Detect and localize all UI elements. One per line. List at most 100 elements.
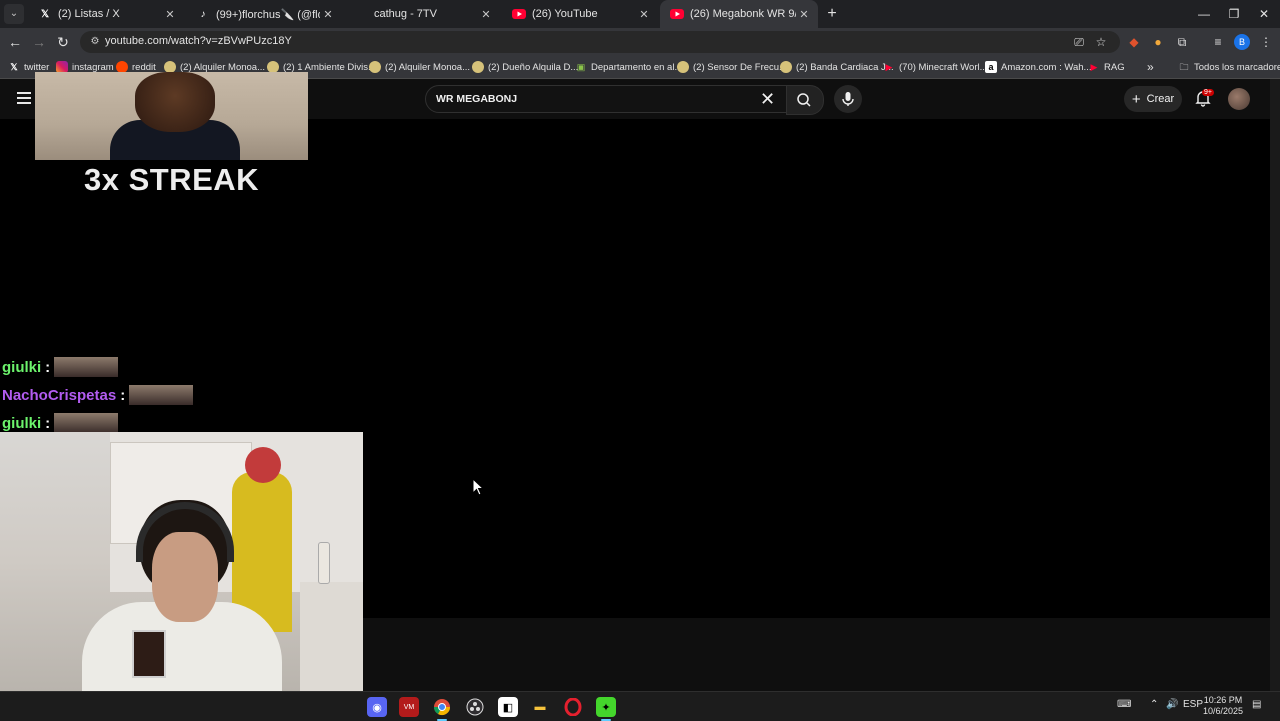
discord-icon[interactable]: ◉ — [367, 697, 387, 717]
extension-fox-icon[interactable]: ◆ — [1126, 34, 1142, 50]
create-button[interactable]: + Crear — [1124, 86, 1182, 112]
url-text[interactable]: youtube.com/watch?v=zBVwPUzc18Y — [105, 35, 292, 47]
address-bar[interactable]: ⚙ youtube.com/watch?v=zBVwPUzc18Y ⎚ ☆ — [80, 31, 1120, 53]
search-input[interactable]: WR MEGABONJ ✕ — [425, 85, 789, 113]
tab-7tv[interactable]: cathug - 7TV ✕ — [344, 0, 500, 28]
7tv-icon — [354, 7, 368, 21]
chat-emote — [129, 385, 194, 405]
clear-search-icon[interactable]: ✕ — [760, 89, 775, 110]
file-explorer-icon[interactable]: ▬ — [530, 697, 550, 717]
razer-icon[interactable]: ✦ — [596, 697, 616, 721]
reload-button[interactable]: ↻ — [53, 32, 73, 52]
browser-toolbar: ← → ↻ ⚙ youtube.com/watch?v=zBVwPUzc18Y … — [0, 28, 1280, 56]
keyboard-layout-icon[interactable]: ⌨ — [1117, 699, 1131, 710]
system-clock[interactable]: 10:26 PM 10/6/2025 — [1198, 695, 1248, 717]
voice-search-button[interactable] — [834, 85, 862, 113]
more-menu-icon[interactable]: ⋮ — [1258, 34, 1274, 50]
chrome-icon[interactable] — [432, 697, 452, 721]
forward-button[interactable]: → — [29, 32, 49, 52]
close-icon[interactable]: ✕ — [320, 8, 336, 21]
search-icon — [797, 93, 811, 107]
profile-avatar[interactable]: B — [1234, 34, 1250, 50]
chat-message: giulki : — [2, 355, 119, 379]
notification-center-icon[interactable]: ▤ — [1252, 699, 1261, 710]
chat-message: NachoCrispetas : — [2, 383, 194, 407]
volume-icon[interactable]: 🔊 — [1166, 699, 1178, 710]
chat-username: NachoCrispetas — [2, 386, 117, 404]
menu-hamburger-icon[interactable] — [17, 92, 31, 104]
close-icon[interactable]: ✕ — [478, 8, 494, 21]
bookmark-label: (2) Alquiler Monoa... — [385, 61, 471, 73]
bookmark-alquiler-2[interactable]: (2) Alquiler Monoa... — [369, 56, 470, 78]
bookmark-amazon[interactable]: a Amazon.com : Wah... — [985, 56, 1091, 78]
bookmark-star-icon[interactable]: ☆ — [1093, 34, 1109, 50]
close-window-button[interactable]: ✕ — [1248, 0, 1280, 28]
bookmark-label: (2) 1 Ambiente Divis... — [283, 61, 376, 73]
bookmark-departamento[interactable]: ▣ Departamento en al... — [575, 56, 683, 78]
bookmark-label: Amazon.com : Wah... — [1001, 61, 1092, 73]
tab-x-listas[interactable]: 𝕏 (2) Listas / X ✕ — [28, 0, 184, 28]
bookmark-label: (2) Alquiler Monoa... — [180, 61, 266, 73]
youtube-icon: ▶ — [1090, 62, 1098, 72]
extension-color-icon[interactable]: ● — [1150, 34, 1166, 50]
tab-megabonk-active[interactable]: (26) Megabonk WR 9/21/2025 ✕ — [660, 0, 818, 28]
microphone-icon — [842, 92, 854, 106]
bookmark-rag[interactable]: ▶ RAG — [1088, 56, 1125, 78]
minimize-button[interactable]: — — [1188, 0, 1220, 28]
chat-username: giulki — [2, 358, 42, 376]
folder-icon: 🗀 — [1179, 62, 1189, 72]
youtube-icon — [512, 7, 526, 21]
site-info-icon[interactable]: ⚙ — [88, 35, 102, 49]
obs-icon[interactable] — [465, 697, 485, 717]
tab-tiktok[interactable]: ♪ (99+)florchus🔪 (@florenciafig ✕ — [186, 0, 342, 28]
tab-title: (26) YouTube — [532, 8, 598, 20]
search-query-text[interactable]: WR MEGABONJ — [436, 93, 517, 105]
marketplace-icon — [369, 61, 381, 73]
bookmark-minecraft[interactable]: ▶ (70) Minecraft Worl... — [883, 56, 988, 78]
x-logo-icon: 𝕏 — [10, 62, 18, 72]
mouse-cursor-icon — [472, 478, 484, 496]
tab-search-button[interactable]: ⌄ — [4, 4, 24, 24]
tab-youtube[interactable]: (26) YouTube ✕ — [502, 0, 658, 28]
tab-title: (26) Megabonk WR 9/21/2025 — [690, 8, 796, 20]
capcut-icon[interactable]: ◧ — [498, 697, 518, 717]
account-avatar[interactable] — [1228, 88, 1250, 110]
search-button[interactable] — [786, 85, 824, 115]
page-background — [363, 618, 1270, 691]
bookmark-sensor[interactable]: (2) Sensor De Frecu... — [677, 56, 787, 78]
bookmark-label: (2) Sensor De Frecu... — [693, 61, 787, 73]
youtube-icon: ▶ — [885, 62, 893, 72]
streak-text: 3x STREAK — [83, 162, 260, 197]
bookmark-label: twitter — [24, 61, 50, 73]
show-hidden-icons-chevron[interactable]: ⌃ — [1150, 699, 1158, 710]
bookmark-banda[interactable]: (2) Banda Cardiaca J... — [780, 56, 894, 78]
back-button[interactable]: ← — [5, 32, 25, 52]
opera-icon[interactable] — [563, 697, 583, 717]
chat-emote — [54, 357, 119, 377]
bookmarks-overflow-button[interactable]: » — [1147, 56, 1154, 78]
bookmark-dueno[interactable]: (2) Dueño Alquila D... — [472, 56, 578, 78]
bookmark-label: (2) Banda Cardiaca J... — [796, 61, 894, 73]
voicemeeter-icon[interactable]: VM — [399, 697, 419, 717]
create-label: Crear — [1146, 93, 1175, 105]
cast-icon[interactable]: ⎚ — [1071, 34, 1087, 50]
tiktok-icon: ♪ — [200, 8, 206, 20]
page-scrollbar[interactable] — [1270, 79, 1280, 691]
notification-count-badge: 9+ — [1202, 89, 1214, 96]
close-icon[interactable]: ✕ — [162, 8, 178, 21]
bookmark-label: instagram — [72, 61, 114, 73]
tab-title: (99+)florchus🔪 (@florenciafig — [216, 8, 320, 21]
youtube-icon — [670, 7, 684, 21]
all-bookmarks-folder[interactable]: 🗀 Todos los marcadores — [1178, 56, 1280, 78]
close-icon[interactable]: ✕ — [796, 8, 812, 21]
close-icon[interactable]: ✕ — [636, 8, 652, 21]
new-tab-button[interactable]: + — [822, 4, 842, 24]
tab-title: cathug - 7TV — [374, 8, 437, 20]
marketplace-icon — [472, 61, 484, 73]
bookmark-label: Todos los marcadores — [1194, 61, 1280, 73]
extensions-puzzle-icon[interactable]: ⧉ — [1174, 34, 1190, 50]
bookmark-label: Departamento en al... — [591, 61, 683, 73]
restore-button[interactable]: ❐ — [1218, 0, 1250, 28]
media-controls-icon[interactable]: ≡ — [1210, 34, 1226, 50]
reaction-image — [35, 72, 308, 160]
